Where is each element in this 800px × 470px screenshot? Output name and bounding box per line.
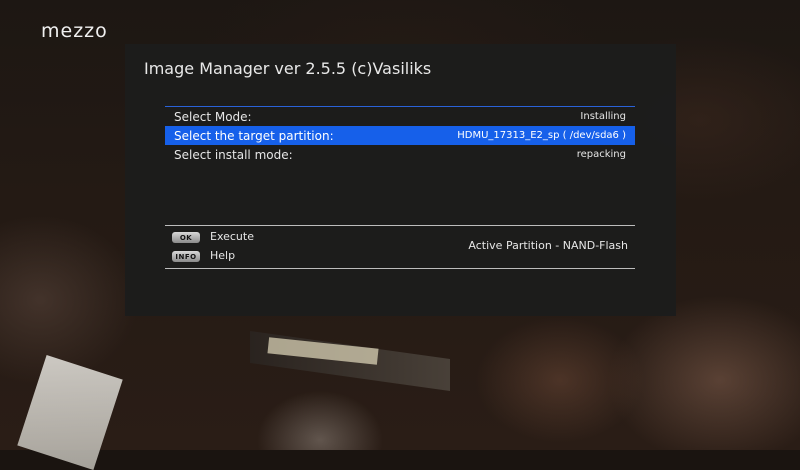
dialog-title: Image Manager ver 2.5.5 (c)Vasiliks: [144, 59, 432, 78]
ok-key-icon[interactable]: OK: [172, 232, 200, 243]
execute-label: Execute: [210, 230, 254, 243]
install-mode-value: repacking: [576, 149, 626, 160]
mode-value: Installing: [580, 111, 626, 122]
separator-top: [165, 225, 635, 226]
target-partition-row[interactable]: Select the target partition: HDMU_17313_…: [165, 126, 635, 145]
target-partition-value: HDMU_17313_E2_sp ( /dev/sda6 ): [457, 130, 626, 141]
mode-row[interactable]: Select Mode: Installing: [165, 107, 635, 126]
settings-list: Select Mode: Installing Select the targe…: [165, 107, 635, 164]
image-manager-dialog: Image Manager ver 2.5.5 (c)Vasiliks Sele…: [125, 44, 676, 316]
info-key-icon[interactable]: INFO: [172, 251, 200, 262]
active-partition-status: Active Partition - NAND-Flash: [468, 239, 628, 252]
mode-label: Select Mode:: [174, 109, 252, 124]
channel-logo: mezzo: [41, 20, 108, 42]
separator-bottom: [165, 268, 635, 269]
install-mode-label: Select install mode:: [174, 147, 293, 162]
install-mode-row[interactable]: Select install mode: repacking: [165, 145, 635, 164]
target-partition-label: Select the target partition:: [174, 128, 334, 143]
help-label: Help: [210, 249, 236, 262]
